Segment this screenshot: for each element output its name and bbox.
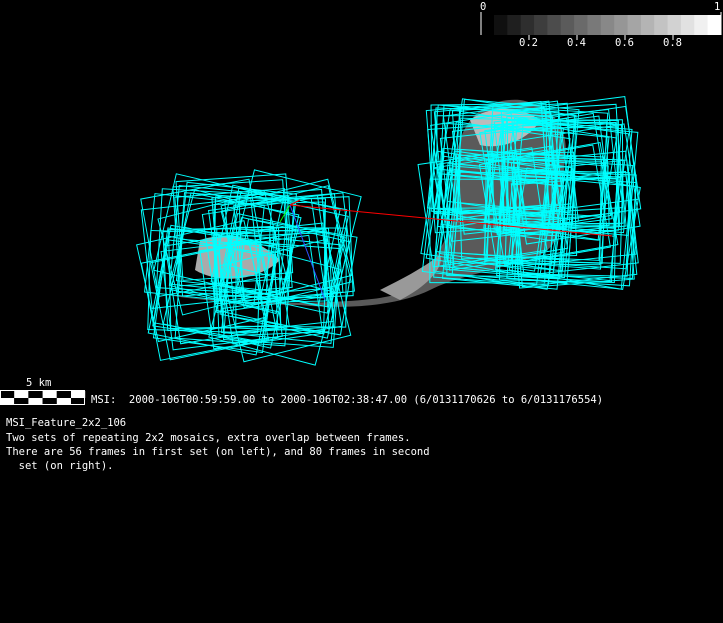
colorbar-min-label: 0 <box>480 1 487 13</box>
description-line: Two sets of repeating 2x2 mosaics, extra… <box>6 432 411 444</box>
scale-bar-cell <box>42 391 57 398</box>
scale-bar-label: 5 km <box>26 377 52 389</box>
colorbar-step <box>640 15 655 35</box>
colorbar-tick-label: 0.8 <box>663 37 682 49</box>
scale-bar-cell <box>56 398 71 405</box>
scale-bar-cell <box>0 398 15 405</box>
colorbar-step <box>627 15 642 35</box>
scale-bar-cell <box>42 398 57 405</box>
asteroid-scene <box>0 12 722 405</box>
colorbar-step <box>680 15 695 35</box>
scale-bar-cell <box>14 398 29 405</box>
colorbar-step <box>507 15 522 35</box>
colorbar-step <box>694 15 709 35</box>
colorbar-step <box>494 15 508 35</box>
colorbar-tick-label: 0.4 <box>567 37 586 49</box>
scale-bar-cell <box>28 398 43 405</box>
time-range: MSI: 2000-106T00:59:59.00 to 2000-106T02… <box>91 394 604 406</box>
colorbar-step <box>707 15 722 35</box>
description-line: There are 56 frames in first set (on lef… <box>6 446 430 458</box>
scale-bar-cell <box>71 398 86 405</box>
colorbar-step <box>547 15 562 35</box>
colorbar-step <box>560 15 575 35</box>
scale-bar-cell <box>71 391 86 398</box>
scale-bar-cell <box>14 391 29 398</box>
colorbar-step <box>667 15 682 35</box>
scale-bar-cell <box>0 391 15 398</box>
colorbar-step <box>600 15 615 35</box>
scale-bar-cell <box>28 391 43 398</box>
colorbar-step <box>574 15 588 35</box>
description-line: set (on right). <box>6 460 114 472</box>
colorbar-tick-label: 0.6 <box>615 37 634 49</box>
scale-bar <box>0 390 86 405</box>
colorbar-tick-label: 0.2 <box>519 37 538 49</box>
colorbar-step <box>520 15 535 35</box>
colorbar-step <box>654 15 669 35</box>
colorbar-step <box>587 15 602 35</box>
scale-bar-cell <box>56 391 71 398</box>
colorbar-step <box>614 15 629 35</box>
colorbar-step <box>534 15 548 35</box>
colorbar-max-label: 1 <box>714 1 721 13</box>
description-title: MSI_Feature_2x2_106 <box>6 417 127 429</box>
